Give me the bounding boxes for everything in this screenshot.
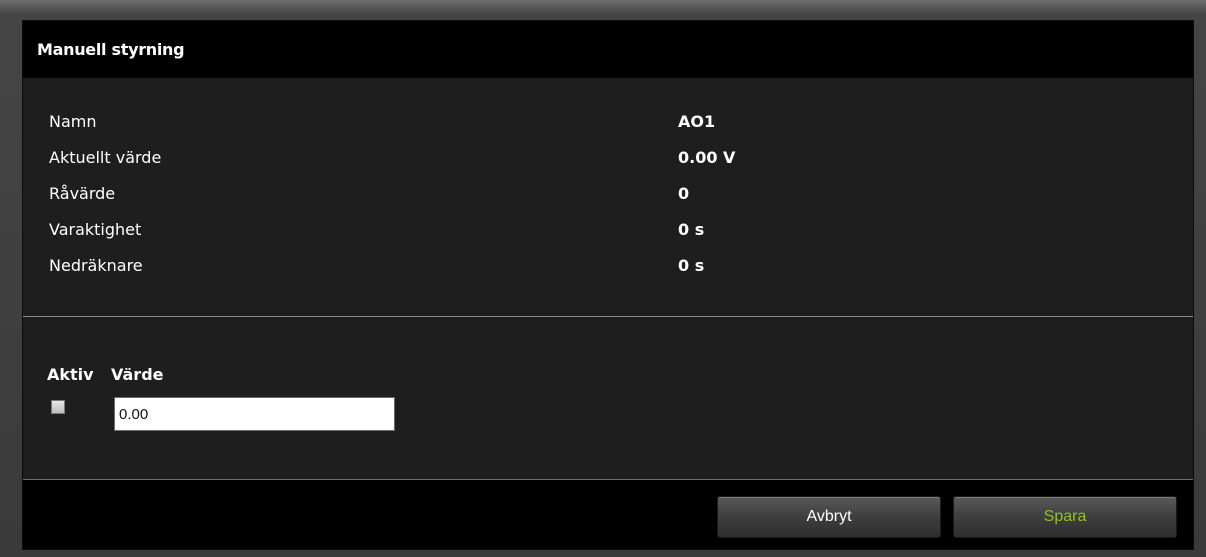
dialog-footer: Avbryt Spara (23, 479, 1193, 549)
info-label-countdown: Nedräknare (49, 256, 143, 275)
info-value-duration: 0 s (678, 220, 705, 239)
info-value-countdown: 0 s (678, 256, 705, 275)
value-input[interactable] (114, 397, 395, 431)
section-divider (23, 316, 1193, 317)
info-table: Namn AO1 Aktuellt värde 0.00 V Råvärde 0… (49, 112, 1149, 292)
active-label: Aktiv (47, 365, 94, 384)
value-label: Värde (111, 365, 164, 384)
info-value-raw-value: 0 (678, 184, 690, 203)
info-label-raw-value: Råvärde (49, 184, 116, 203)
info-label-name: Namn (49, 112, 97, 131)
info-row-current-value: Aktuellt värde 0.00 V (49, 148, 1149, 184)
info-value-name: AO1 (678, 112, 716, 131)
info-value-current-value: 0.00 V (678, 148, 736, 167)
dialog-titlebar: Manuell styrning (23, 21, 1193, 78)
dialog-title: Manuell styrning (37, 40, 185, 59)
cancel-button[interactable]: Avbryt (717, 496, 941, 538)
info-label-duration: Varaktighet (49, 220, 142, 239)
info-row-name: Namn AO1 (49, 112, 1149, 148)
info-row-countdown: Nedräknare 0 s (49, 256, 1149, 292)
info-row-duration: Varaktighet 0 s (49, 220, 1149, 256)
window-frame: Manuell styrning Namn AO1 Aktuellt värde… (0, 0, 1206, 557)
save-button[interactable]: Spara (953, 496, 1177, 538)
info-row-raw-value: Råvärde 0 (49, 184, 1149, 220)
manual-control-dialog: Manuell styrning Namn AO1 Aktuellt värde… (22, 20, 1194, 550)
active-checkbox[interactable] (51, 400, 65, 414)
info-label-current-value: Aktuellt värde (49, 148, 162, 167)
